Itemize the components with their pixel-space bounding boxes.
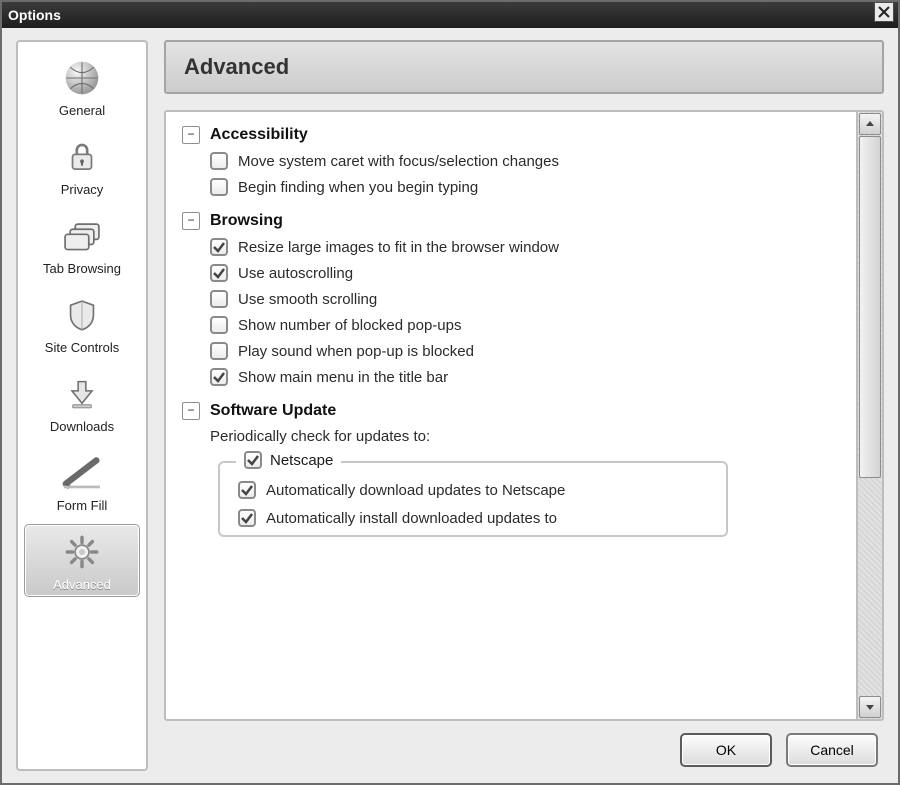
dialog-body: General Privacy Tab Browsing Site Contro… [2, 28, 898, 783]
option-label: Show number of blocked pop-ups [238, 317, 461, 334]
option-auto-install-updates[interactable]: Automatically install downloaded updates… [238, 509, 708, 527]
settings-panel: Accessibility Move system caret with foc… [164, 110, 858, 721]
section-title: Browsing [210, 212, 283, 230]
lock-icon [60, 136, 104, 178]
right-column: Advanced Accessibility Move system ca [164, 40, 884, 771]
option-label: Use autoscrolling [238, 265, 353, 282]
option-move-system-caret[interactable]: Move system caret with focus/selection c… [210, 152, 840, 170]
option-resize-images[interactable]: Resize large images to fit in the browse… [210, 238, 840, 256]
collapse-icon[interactable] [182, 126, 200, 144]
option-blocked-popups-count[interactable]: Show number of blocked pop-ups [210, 316, 840, 334]
section-header: Software Update [182, 402, 840, 420]
sidebar-item-privacy[interactable]: Privacy [24, 129, 140, 202]
section-header: Browsing [182, 212, 840, 230]
section-browsing: Browsing Resize large images to fit in t… [182, 212, 840, 386]
scroll-down-button[interactable] [859, 696, 881, 718]
checkbox[interactable] [210, 152, 228, 170]
option-label: Automatically download updates to Netsca… [266, 482, 565, 499]
sidebar-item-advanced[interactable]: Advanced [24, 524, 140, 597]
checkbox[interactable] [244, 451, 262, 469]
sidebar-item-label: General [59, 103, 105, 118]
sidebar-item-form-fill[interactable]: Form Fill [24, 445, 140, 518]
checkbox[interactable] [210, 342, 228, 360]
section-title: Accessibility [210, 126, 308, 144]
collapse-icon[interactable] [182, 402, 200, 420]
section-rows: Resize large images to fit in the browse… [210, 238, 840, 386]
group-netscape: Netscape Automatically download updates … [218, 461, 728, 537]
close-button[interactable] [874, 2, 894, 22]
globe-icon [60, 57, 104, 99]
vertical-scrollbar[interactable] [858, 110, 884, 721]
sidebar-item-label: Tab Browsing [43, 261, 121, 276]
option-label: Play sound when pop-up is blocked [238, 343, 474, 360]
option-smooth-scrolling[interactable]: Use smooth scrolling [210, 290, 840, 308]
sidebar-item-label: Privacy [61, 182, 104, 197]
section-software-update: Software Update Periodically check for u… [182, 402, 840, 537]
checkbox[interactable] [238, 509, 256, 527]
window-title: Options [8, 7, 61, 23]
option-label: Use smooth scrolling [238, 291, 377, 308]
option-main-menu-titlebar[interactable]: Show main menu in the title bar [210, 368, 840, 386]
dialog-buttons: OK Cancel [164, 721, 884, 771]
option-label: Automatically install downloaded updates… [266, 510, 557, 527]
checkbox[interactable] [210, 368, 228, 386]
option-begin-finding[interactable]: Begin finding when you begin typing [210, 178, 840, 196]
section-subtitle: Periodically check for updates to: [210, 428, 840, 445]
panel-header: Advanced [164, 40, 884, 94]
option-label: Move system caret with focus/selection c… [238, 153, 559, 170]
checkbox[interactable] [210, 238, 228, 256]
chevron-down-icon [865, 702, 875, 712]
checkbox[interactable] [210, 264, 228, 282]
option-auto-download-updates[interactable]: Automatically download updates to Netsca… [238, 481, 708, 499]
checkbox[interactable] [210, 178, 228, 196]
titlebar: Options [2, 2, 898, 28]
checkbox[interactable] [210, 290, 228, 308]
sidebar-item-tab-browsing[interactable]: Tab Browsing [24, 208, 140, 281]
sidebar-item-label: Advanced [53, 577, 111, 592]
sidebar-item-label: Site Controls [45, 340, 119, 355]
pen-icon [60, 452, 104, 494]
shield-icon [60, 294, 104, 336]
sidebar-item-general[interactable]: General [24, 50, 140, 123]
section-accessibility: Accessibility Move system caret with foc… [182, 126, 840, 196]
group-legend-label: Netscape [270, 452, 333, 469]
group-legend[interactable]: Netscape [236, 451, 341, 469]
options-window: Options General Privacy [0, 0, 900, 785]
option-autoscrolling[interactable]: Use autoscrolling [210, 264, 840, 282]
checkbox[interactable] [238, 481, 256, 499]
gear-icon [60, 531, 104, 573]
option-label: Begin finding when you begin typing [238, 179, 478, 196]
sidebar-item-label: Form Fill [57, 498, 108, 513]
section-rows: Move system caret with focus/selection c… [210, 152, 840, 196]
option-popup-sound[interactable]: Play sound when pop-up is blocked [210, 342, 840, 360]
category-sidebar: General Privacy Tab Browsing Site Contro… [16, 40, 148, 771]
section-header: Accessibility [182, 126, 840, 144]
option-label: Resize large images to fit in the browse… [238, 239, 559, 256]
panel-title: Advanced [184, 54, 289, 80]
checkbox[interactable] [210, 316, 228, 334]
scroll-up-button[interactable] [859, 113, 881, 135]
sidebar-item-label: Downloads [50, 419, 114, 434]
close-icon [878, 6, 890, 18]
tabs-icon [60, 215, 104, 257]
section-title: Software Update [210, 402, 336, 420]
panel-area: Accessibility Move system caret with foc… [164, 110, 884, 721]
option-label: Show main menu in the title bar [238, 369, 448, 386]
cancel-button[interactable]: Cancel [786, 733, 878, 767]
sidebar-item-site-controls[interactable]: Site Controls [24, 287, 140, 360]
ok-button[interactable]: OK [680, 733, 772, 767]
chevron-up-icon [865, 119, 875, 129]
sidebar-item-downloads[interactable]: Downloads [24, 366, 140, 439]
scrollbar-thumb[interactable] [859, 136, 881, 478]
download-icon [60, 373, 104, 415]
collapse-icon[interactable] [182, 212, 200, 230]
